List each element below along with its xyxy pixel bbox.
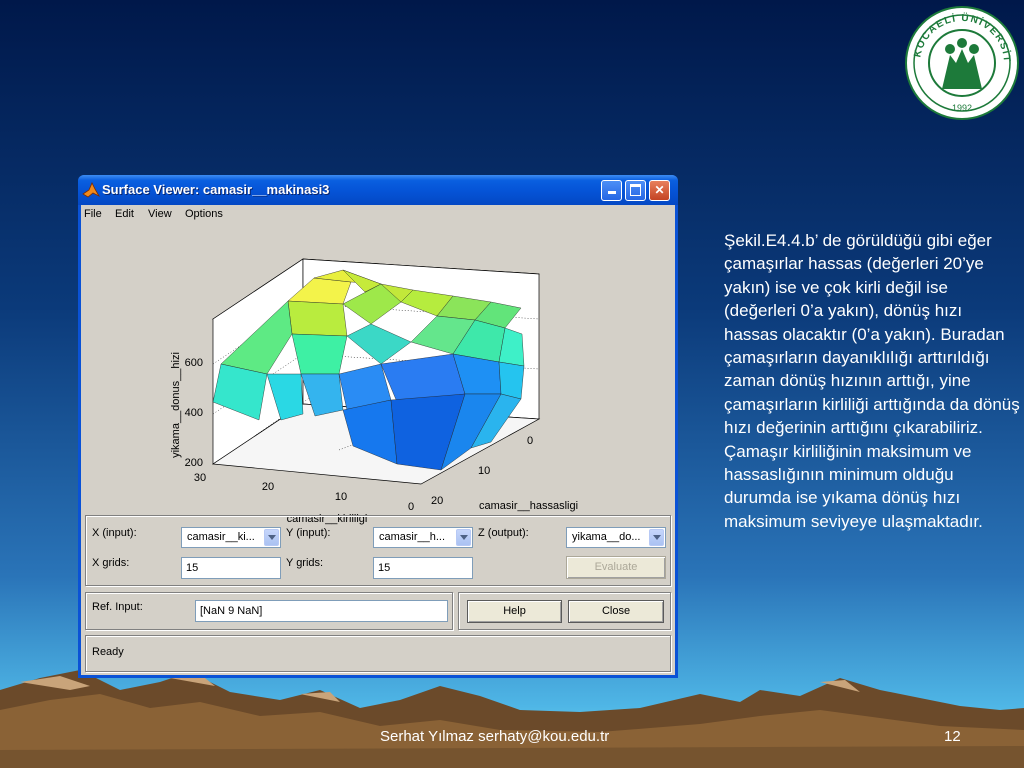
window-titlebar[interactable]: Surface Viewer: camasir__makinasi3 ✕ <box>78 175 678 205</box>
surface-viewer-window: Surface Viewer: camasir__makinasi3 ✕ Fil… <box>78 175 678 678</box>
menu-bar: File Edit View Options <box>81 205 675 224</box>
evaluate-button[interactable]: Evaluate <box>566 556 666 579</box>
footer-author: Serhat Yılmaz serhaty@kou.edu.tr <box>380 728 610 745</box>
close-icon: ✕ <box>654 183 665 197</box>
status-panel: Ready <box>85 635 671 672</box>
z-output-value: yikama__do... <box>572 531 641 543</box>
window-client-area: File Edit View Options 200 400 600 30 20… <box>81 205 675 675</box>
ref-input-label: Ref. Input: <box>92 601 143 613</box>
chevron-down-icon <box>456 529 471 546</box>
surface-plot[interactable]: 200 400 600 30 20 10 0 0 10 20 camasir__… <box>81 224 675 537</box>
chevron-down-icon <box>264 529 279 546</box>
z-tick-200: 200 <box>185 457 203 469</box>
help-button[interactable]: Help <box>467 600 562 623</box>
x-tick-10: 10 <box>335 491 347 503</box>
matlab-icon <box>82 182 100 198</box>
university-seal-logo: KOCAELİ ÜNİVERSİTESİ 1992 <box>904 5 1019 120</box>
y-tick-0: 0 <box>527 435 533 447</box>
x-input-select[interactable]: camasir__ki... <box>181 527 281 548</box>
y-input-select[interactable]: camasir__h... <box>373 527 473 548</box>
z-output-label: Z (output): <box>478 527 529 539</box>
z-tick-400: 400 <box>185 407 203 419</box>
close-window-button[interactable]: ✕ <box>649 180 670 201</box>
action-buttons-panel: Help Close <box>458 592 671 630</box>
y-grids-label: Y grids: <box>286 557 324 569</box>
close-button[interactable]: Close <box>568 600 664 623</box>
z-tick-600: 600 <box>185 357 203 369</box>
page-number: 12 <box>944 728 961 745</box>
maximize-button[interactable] <box>625 180 646 201</box>
x-grids-field[interactable]: 15 <box>181 557 281 579</box>
ref-input-field[interactable]: [NaN 9 NaN] <box>195 600 448 622</box>
minimize-button[interactable] <box>601 180 622 201</box>
z-output-select[interactable]: yikama__do... <box>566 527 666 548</box>
menu-options[interactable]: Options <box>185 208 223 220</box>
x-grids-label: X grids: <box>92 557 130 569</box>
y-axis-label: camasir__hassasligi <box>479 500 578 512</box>
ref-input-panel: Ref. Input: [NaN 9 NaN] <box>85 592 453 630</box>
x-tick-0: 0 <box>408 501 414 513</box>
menu-view[interactable]: View <box>148 208 172 220</box>
menu-file[interactable]: File <box>84 208 102 220</box>
window-title: Surface Viewer: camasir__makinasi3 <box>102 182 330 197</box>
input-output-panel: X (input): camasir__ki... Y (input): cam… <box>85 515 671 586</box>
x-input-label: X (input): <box>92 527 137 539</box>
y-tick-10: 10 <box>478 465 490 477</box>
slide-body-text: Şekil.E4.4.b’ de görüldüğü gibi eğer çam… <box>724 231 1020 531</box>
chevron-down-icon <box>649 529 664 546</box>
y-grids-field[interactable]: 15 <box>373 557 473 579</box>
status-text: Ready <box>92 646 124 658</box>
minimize-icon <box>607 191 616 194</box>
menu-edit[interactable]: Edit <box>115 208 134 220</box>
y-input-value: camasir__h... <box>379 531 446 543</box>
maximize-icon <box>630 184 641 196</box>
x-input-value: camasir__ki... <box>187 531 255 543</box>
y-input-label: Y (input): <box>286 527 331 539</box>
x-tick-20: 20 <box>262 481 274 493</box>
y-tick-20: 20 <box>431 495 443 507</box>
z-axis-label: yikama__donus__hizi <box>170 352 182 458</box>
x-tick-30: 30 <box>194 472 206 484</box>
seal-year: 1992 <box>952 103 972 113</box>
